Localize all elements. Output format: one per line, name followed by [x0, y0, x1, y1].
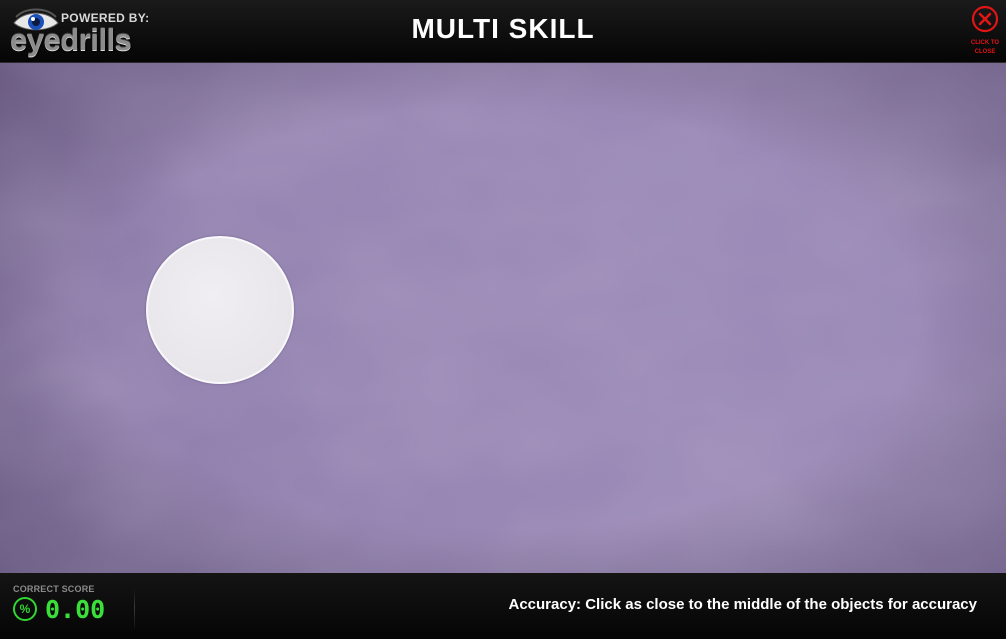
close-button[interactable]: CLICK TO CLOSE [962, 5, 1006, 59]
divider [134, 588, 135, 628]
play-area[interactable] [0, 63, 1006, 573]
top-bar: POWERED BY: eyedrills MULTI SKILL CLICK … [0, 0, 1006, 63]
percent-icon: % [13, 597, 37, 621]
score-value: 0.00 [45, 595, 106, 624]
close-circle-icon [971, 5, 999, 33]
close-label: CLICK TO CLOSE [970, 40, 1000, 55]
correct-score-label: CORRECT SCORE [13, 584, 95, 594]
bottom-bar: CORRECT SCORE % 0.00 Accuracy: Click as … [0, 573, 1006, 639]
target-circle[interactable] [146, 236, 294, 384]
instruction-text: Accuracy: Click as close to the middle o… [508, 596, 978, 613]
page-title: MULTI SKILL [411, 13, 595, 44]
